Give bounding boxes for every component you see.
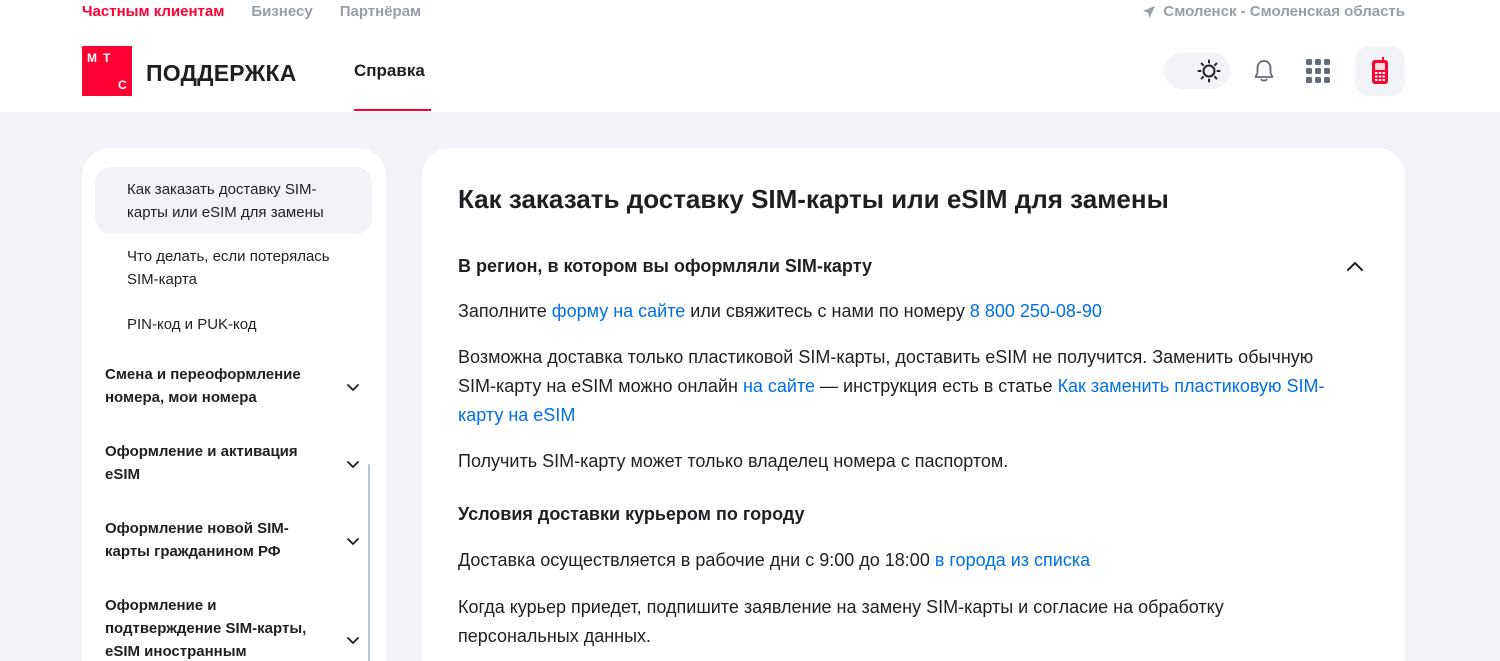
sidebar-section-foreigner-sim[interactable]: Оформление и подтверждение SIM-карты, eS… xyxy=(105,594,315,661)
location-arrow-icon xyxy=(1143,5,1156,18)
mts-logo[interactable]: М Т С xyxy=(82,46,132,96)
sidebar-section-number-change[interactable]: Смена и переоформление номера, мои номер… xyxy=(105,363,315,409)
apps-grid-icon[interactable] xyxy=(1305,58,1331,84)
sidebar-scrollbar[interactable] xyxy=(368,464,370,661)
region-selector[interactable]: Смоленск - Смоленская область xyxy=(1142,3,1405,20)
mobile-phone-icon xyxy=(1372,57,1388,84)
bell-icon[interactable] xyxy=(1251,58,1277,84)
accordion-header[interactable]: В регион, в котором вы оформляли SIM-кар… xyxy=(458,256,872,277)
paragraph-esim-info: Возможна доставка только пластиковой SIM… xyxy=(458,343,1328,430)
chevron-down-icon[interactable] xyxy=(345,632,361,648)
chevron-up-icon[interactable] xyxy=(1344,256,1366,278)
chevron-down-icon[interactable] xyxy=(345,456,361,472)
text: Доставка осуществляется в рабочие дни с … xyxy=(458,550,935,570)
chevron-down-icon[interactable] xyxy=(345,379,361,395)
sidebar-item-pin-puk[interactable]: PIN-код и PUK-код xyxy=(127,313,357,336)
article-title: Как заказать доставку SIM-карты или eSIM… xyxy=(458,184,1169,214)
logo-letter-t: Т xyxy=(103,51,111,65)
site-header: Частным клиентам Бизнесу Партнёрам Смоле… xyxy=(0,0,1500,112)
phone-number-link[interactable]: 8 800 250-08-90 xyxy=(970,301,1102,321)
article-card: Как заказать доставку SIM-карты или eSIM… xyxy=(422,148,1405,661)
text: Заполните xyxy=(458,301,552,321)
paragraph-owner-passport: Получить SIM-карту может только владелец… xyxy=(458,451,1009,471)
sidebar-item-lost-sim[interactable]: Что делать, если потерялась SIM-карта xyxy=(127,245,357,291)
active-tab-indicator xyxy=(354,109,431,111)
courier-conditions-heading: Условия доставки курьером по городу xyxy=(458,504,805,524)
cities-list-link[interactable]: в города из списка xyxy=(935,550,1090,570)
region-label: Смоленск - Смоленская область xyxy=(1163,3,1405,20)
online-site-link[interactable]: на сайте xyxy=(743,376,815,396)
sidebar-section-esim[interactable]: Оформление и активация eSIM xyxy=(105,440,315,486)
sidebar-nav: Как заказать доставку SIM-карты или eSIM… xyxy=(82,148,386,661)
top-nav: Частным клиентам Бизнесу Партнёрам xyxy=(82,3,421,20)
sidebar-item-order-sim-delivery[interactable]: Как заказать доставку SIM-карты или eSIM… xyxy=(127,178,357,224)
brand-title[interactable]: ПОДДЕРЖКА xyxy=(146,60,297,87)
sidebar-section-new-sim-citizen[interactable]: Оформление новой SIM-карты гражданином Р… xyxy=(105,517,315,563)
topnav-partners[interactable]: Партнёрам xyxy=(340,3,421,20)
text: или свяжитесь с нами по номеру xyxy=(685,301,970,321)
theme-toggle[interactable] xyxy=(1164,53,1230,89)
topnav-business[interactable]: Бизнесу xyxy=(251,3,312,20)
site-form-link[interactable]: форму на сайте xyxy=(552,301,685,321)
chevron-down-icon[interactable] xyxy=(345,533,361,549)
paragraph-courier-signature: Когда курьер приедет, подпишите заявлени… xyxy=(458,597,1224,646)
text: — инструкция есть в статье xyxy=(815,376,1058,396)
logo-letter-s: С xyxy=(118,78,127,92)
paragraph-delivery-hours: Доставка осуществляется в рабочие дни с … xyxy=(458,546,1328,575)
tab-help[interactable]: Справка xyxy=(354,61,425,81)
topnav-private-clients[interactable]: Частным клиентам xyxy=(82,3,224,20)
paragraph-contact: Заполните форму на сайте или свяжитесь с… xyxy=(458,297,1328,326)
logo-letter-m: М xyxy=(87,51,97,65)
profile-button[interactable] xyxy=(1355,46,1405,96)
sun-icon xyxy=(1197,59,1221,83)
